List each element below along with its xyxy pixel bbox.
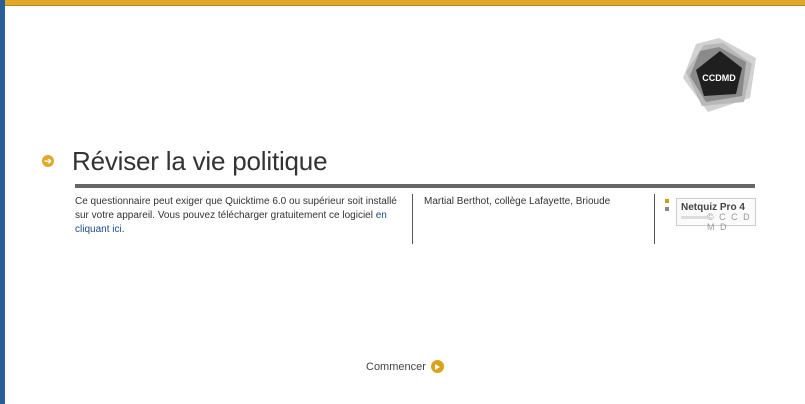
column-separator bbox=[654, 194, 655, 244]
left-accent-bar bbox=[0, 0, 5, 404]
requirements-end: . bbox=[121, 224, 125, 235]
requirements-info: Ce questionnaire peut exiger que Quickti… bbox=[75, 195, 405, 237]
badge-marker-icon bbox=[665, 199, 669, 211]
page-title: Réviser la vie politique bbox=[72, 145, 328, 176]
arrow-right-circle-icon: ➔ bbox=[42, 155, 54, 167]
title-divider bbox=[75, 184, 755, 188]
author-credit: Martial Berthot, collège Lafayette, Brio… bbox=[424, 196, 611, 207]
title-row: ➔ Réviser la vie politique bbox=[42, 144, 328, 178]
ccdmd-logo: CCDMD bbox=[683, 38, 756, 112]
top-accent-bar bbox=[5, 0, 805, 6]
netquiz-badge-line bbox=[681, 216, 707, 219]
play-circle-icon[interactable] bbox=[430, 360, 444, 373]
netquiz-badge-copyright: © C C D M D bbox=[707, 212, 752, 232]
start-label[interactable]: Commencer bbox=[366, 361, 426, 373]
netquiz-badge: Netquiz Pro 4 © C C D M D bbox=[676, 198, 756, 232]
requirements-text: Ce questionnaire peut exiger que Quickti… bbox=[75, 196, 397, 221]
column-separator bbox=[412, 194, 413, 244]
logo-text: CCDMD bbox=[702, 73, 736, 83]
start-button[interactable]: Commencer bbox=[366, 360, 444, 373]
